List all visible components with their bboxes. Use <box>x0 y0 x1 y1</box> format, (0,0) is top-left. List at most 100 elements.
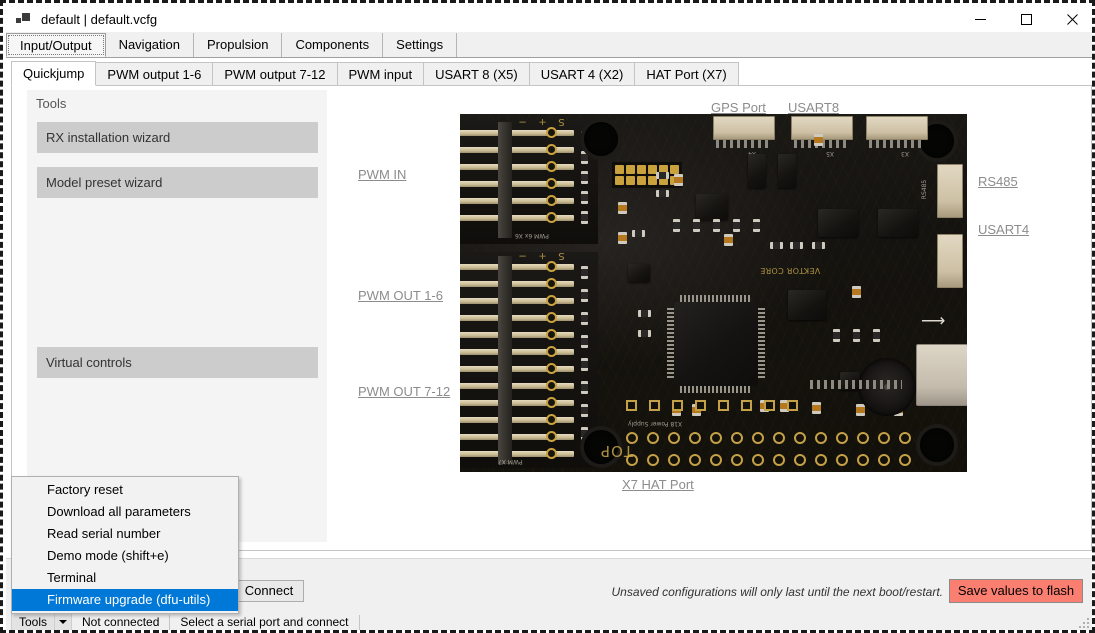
square-pad-row <box>626 400 798 411</box>
mounting-hole <box>584 122 618 156</box>
connector-pins <box>716 140 772 148</box>
resistor <box>770 242 783 249</box>
tab-input-output[interactable]: Input/Output <box>6 33 106 57</box>
resistor <box>673 219 680 232</box>
tab-settings[interactable]: Settings <box>383 33 458 57</box>
close-icon[interactable] <box>1049 6 1092 32</box>
connection-status: Not connected <box>82 615 160 629</box>
tab-propulsion[interactable]: Propulsion <box>194 33 283 57</box>
virtual-controls-button[interactable]: Virtual controls <box>37 347 318 378</box>
link-rs485[interactable]: RS485 <box>978 174 1018 189</box>
silkscreen-rs485: RS485 <box>921 179 929 200</box>
ic-chip <box>878 209 918 237</box>
solder-pad <box>546 161 557 172</box>
programming-header <box>612 162 682 188</box>
menu-item-firmware-upgrade[interactable]: Firmware upgrade (dfu-utils) <box>12 589 238 611</box>
resistor <box>581 266 588 279</box>
solder-pad <box>546 178 557 189</box>
link-usart4[interactable]: USART4 <box>978 222 1029 237</box>
silkscreen-x18-power-supply: X18 Power Supply <box>628 420 683 427</box>
solder-pad <box>546 414 557 425</box>
board-diagram-area: GPS Port USART8 RS485 USART4 PWM IN PWM … <box>340 86 1090 548</box>
subtab-pwm-output-7-12[interactable]: PWM output 7-12 <box>212 62 338 86</box>
link-gps-port[interactable]: GPS Port <box>711 100 766 115</box>
silkscreen-pwm-x7: PWM X7 <box>498 458 523 465</box>
save-values-to-flash-button[interactable]: Save values to flash <box>949 579 1083 603</box>
mounting-hole <box>920 428 954 462</box>
resistor <box>656 190 669 197</box>
resistor <box>581 335 588 348</box>
silkscreen-vektor-core: VEKTOR CORE <box>760 266 821 275</box>
tab-navigation[interactable]: Navigation <box>105 33 194 57</box>
tab-components[interactable]: Components <box>282 33 384 57</box>
tools-split-button[interactable]: Tools <box>11 612 73 630</box>
rx-installation-wizard-button[interactable]: RX installation wizard <box>37 122 318 153</box>
silkscreen-x3: X3 <box>901 150 909 157</box>
resize-grip-icon[interactable] <box>1079 618 1091 630</box>
resistor <box>638 330 651 337</box>
solder-pad <box>546 431 557 442</box>
capacitor <box>812 402 821 414</box>
menu-item-terminal[interactable]: Terminal <box>12 567 238 589</box>
model-preset-wizard-button[interactable]: Model preset wizard <box>37 167 318 198</box>
menu-item-download-all-parameters[interactable]: Download all parameters <box>12 501 238 523</box>
application-window: default | default.vcfg Input/Output Navi… <box>0 0 1095 633</box>
pin-shroud <box>498 256 512 464</box>
subtab-hat-port-x7[interactable]: HAT Port (X7) <box>634 62 739 86</box>
solder-pad <box>546 127 557 138</box>
resistor <box>581 289 588 302</box>
status-hint: Select a serial port and connect <box>180 615 349 629</box>
voltage-regulator <box>748 154 766 188</box>
silkscreen-x5: X5 <box>826 150 834 157</box>
solder-pad <box>546 144 557 155</box>
link-pwm-out-7-12[interactable]: PWM OUT 7-12 <box>358 384 450 399</box>
chevron-down-icon[interactable] <box>54 613 71 630</box>
capacitor <box>856 404 865 416</box>
window-controls <box>957 6 1092 32</box>
resistor <box>581 211 588 224</box>
flight-controller-board-image[interactable]: − + S PWM 6x X6 − + S PWM X7 X5 X3 RS485… <box>460 114 967 472</box>
tools-split-label[interactable]: Tools <box>12 613 54 630</box>
menu-item-factory-reset[interactable]: Factory reset <box>12 479 238 501</box>
subtab-pwm-input[interactable]: PWM input <box>336 62 425 86</box>
resistor <box>853 329 860 342</box>
link-pwm-out-1-6[interactable]: PWM OUT 1-6 <box>358 288 443 303</box>
maximize-icon[interactable] <box>1003 6 1049 32</box>
connector-pins <box>869 140 925 148</box>
subtab-pwm-output-1-6[interactable]: PWM output 1-6 <box>95 62 214 86</box>
ic-chip <box>788 290 826 320</box>
solder-pad <box>546 448 557 459</box>
subtab-usart-8-x5[interactable]: USART 8 (X5) <box>423 62 530 86</box>
silkscreen-minus: − <box>518 250 527 261</box>
link-x7-hat-port[interactable]: X7 HAT Port <box>622 477 694 492</box>
menu-item-demo-mode[interactable]: Demo mode (shift+e) <box>12 545 238 567</box>
subtab-quickjump[interactable]: Quickjump <box>11 61 97 86</box>
solder-pad <box>546 329 557 340</box>
main-tab-bar: Input/Output Navigation Propulsion Compo… <box>6 32 1092 58</box>
resistor <box>581 312 588 325</box>
tools-sidebar: Tools RX installation wizard Model prese… <box>27 90 327 542</box>
resistor <box>581 151 588 164</box>
resistor <box>833 329 840 342</box>
solder-pad <box>546 380 557 391</box>
minimize-icon[interactable] <box>957 6 1003 32</box>
rs485-connector <box>937 164 963 218</box>
link-usart8[interactable]: USART8 <box>788 100 839 115</box>
resistor <box>581 171 588 184</box>
app-icon <box>16 11 32 27</box>
connect-button[interactable]: Connect <box>234 580 304 602</box>
resistor <box>581 358 588 371</box>
menu-item-read-serial-number[interactable]: Read serial number <box>12 523 238 545</box>
mcu-chip <box>667 295 765 393</box>
silkscreen-top: TOP <box>600 442 634 460</box>
silkscreen-pwm-6x: PWM 6x X6 <box>515 232 549 239</box>
tools-context-menu[interactable]: Factory reset Download all parameters Re… <box>11 476 239 614</box>
subtab-usart-4-x2[interactable]: USART 4 (X2) <box>528 62 636 86</box>
capacitor <box>814 134 823 146</box>
status-bar: Tools Not connected Select a serial port… <box>6 611 1092 630</box>
resistor <box>638 310 651 317</box>
link-pwm-in[interactable]: PWM IN <box>358 167 406 182</box>
silkscreen-signal: S <box>558 250 565 261</box>
hat-pin-strip <box>810 380 902 389</box>
resistor <box>713 219 720 232</box>
